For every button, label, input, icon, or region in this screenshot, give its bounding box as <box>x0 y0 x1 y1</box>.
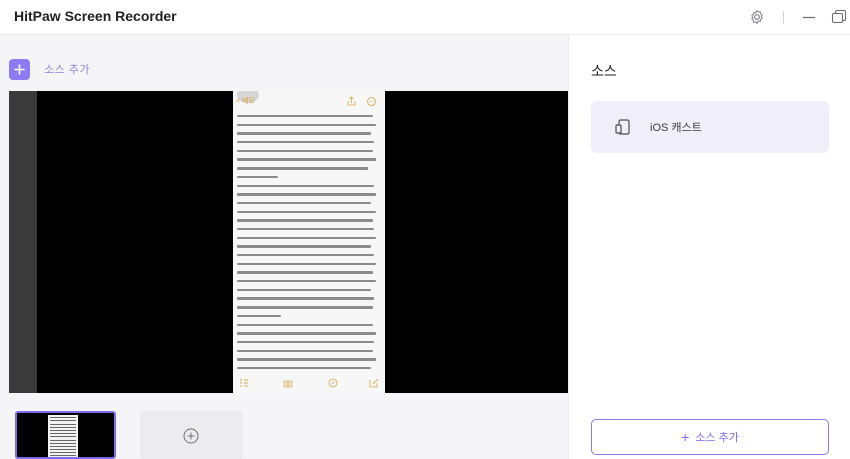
add-circle-icon[interactable] <box>183 428 199 444</box>
sources-title: 소스 <box>591 63 617 79</box>
checklist-icon <box>240 379 248 387</box>
add-source-label[interactable]: 소스 추가 <box>44 61 90 77</box>
note-text-content <box>237 115 383 376</box>
camera-icon <box>283 380 293 388</box>
screen-preview: < 메모 <box>9 91 568 393</box>
phone-toolbar: < 메모 <box>233 91 385 113</box>
add-source-button[interactable]: + 소스 추가 <box>591 419 829 455</box>
ios-screen-mirror: < 메모 <box>233 91 385 393</box>
more-icon <box>367 97 376 106</box>
ios-device-icon <box>615 119 630 135</box>
app-title: HitPaw Screen Recorder <box>14 8 177 24</box>
plus-icon: + <box>681 429 690 445</box>
minimize-icon[interactable] <box>802 9 816 25</box>
scene-thumbnail-active[interactable] <box>15 411 116 459</box>
source-item-ios-cast[interactable]: iOS 캐스트 <box>591 101 829 153</box>
add-scene-button[interactable] <box>140 411 243 459</box>
share-icon <box>347 96 356 106</box>
sources-panel: 소스 iOS 캐스트 + 소스 추가 <box>568 35 850 459</box>
source-item-label: iOS 캐스트 <box>650 122 702 134</box>
compose-icon <box>369 378 379 388</box>
titlebar-divider <box>783 11 784 24</box>
gear-icon[interactable] <box>749 9 765 25</box>
preview-side-bar <box>9 91 37 393</box>
title-bar: HitPaw Screen Recorder <box>0 0 850 35</box>
phone-bottom-toolbar <box>233 375 385 393</box>
preview-area: 소스 추가 < 메모 <box>0 35 568 459</box>
add-source-link[interactable]: 소스 추가 <box>9 58 90 80</box>
pen-icon <box>328 378 338 388</box>
scene-thumbnail-preview <box>48 415 78 457</box>
add-source-button-label: 소스 추가 <box>695 432 739 444</box>
plus-icon[interactable] <box>9 58 30 80</box>
phone-back-link: < 메모 <box>236 98 255 105</box>
maximize-icon[interactable] <box>831 9 847 25</box>
